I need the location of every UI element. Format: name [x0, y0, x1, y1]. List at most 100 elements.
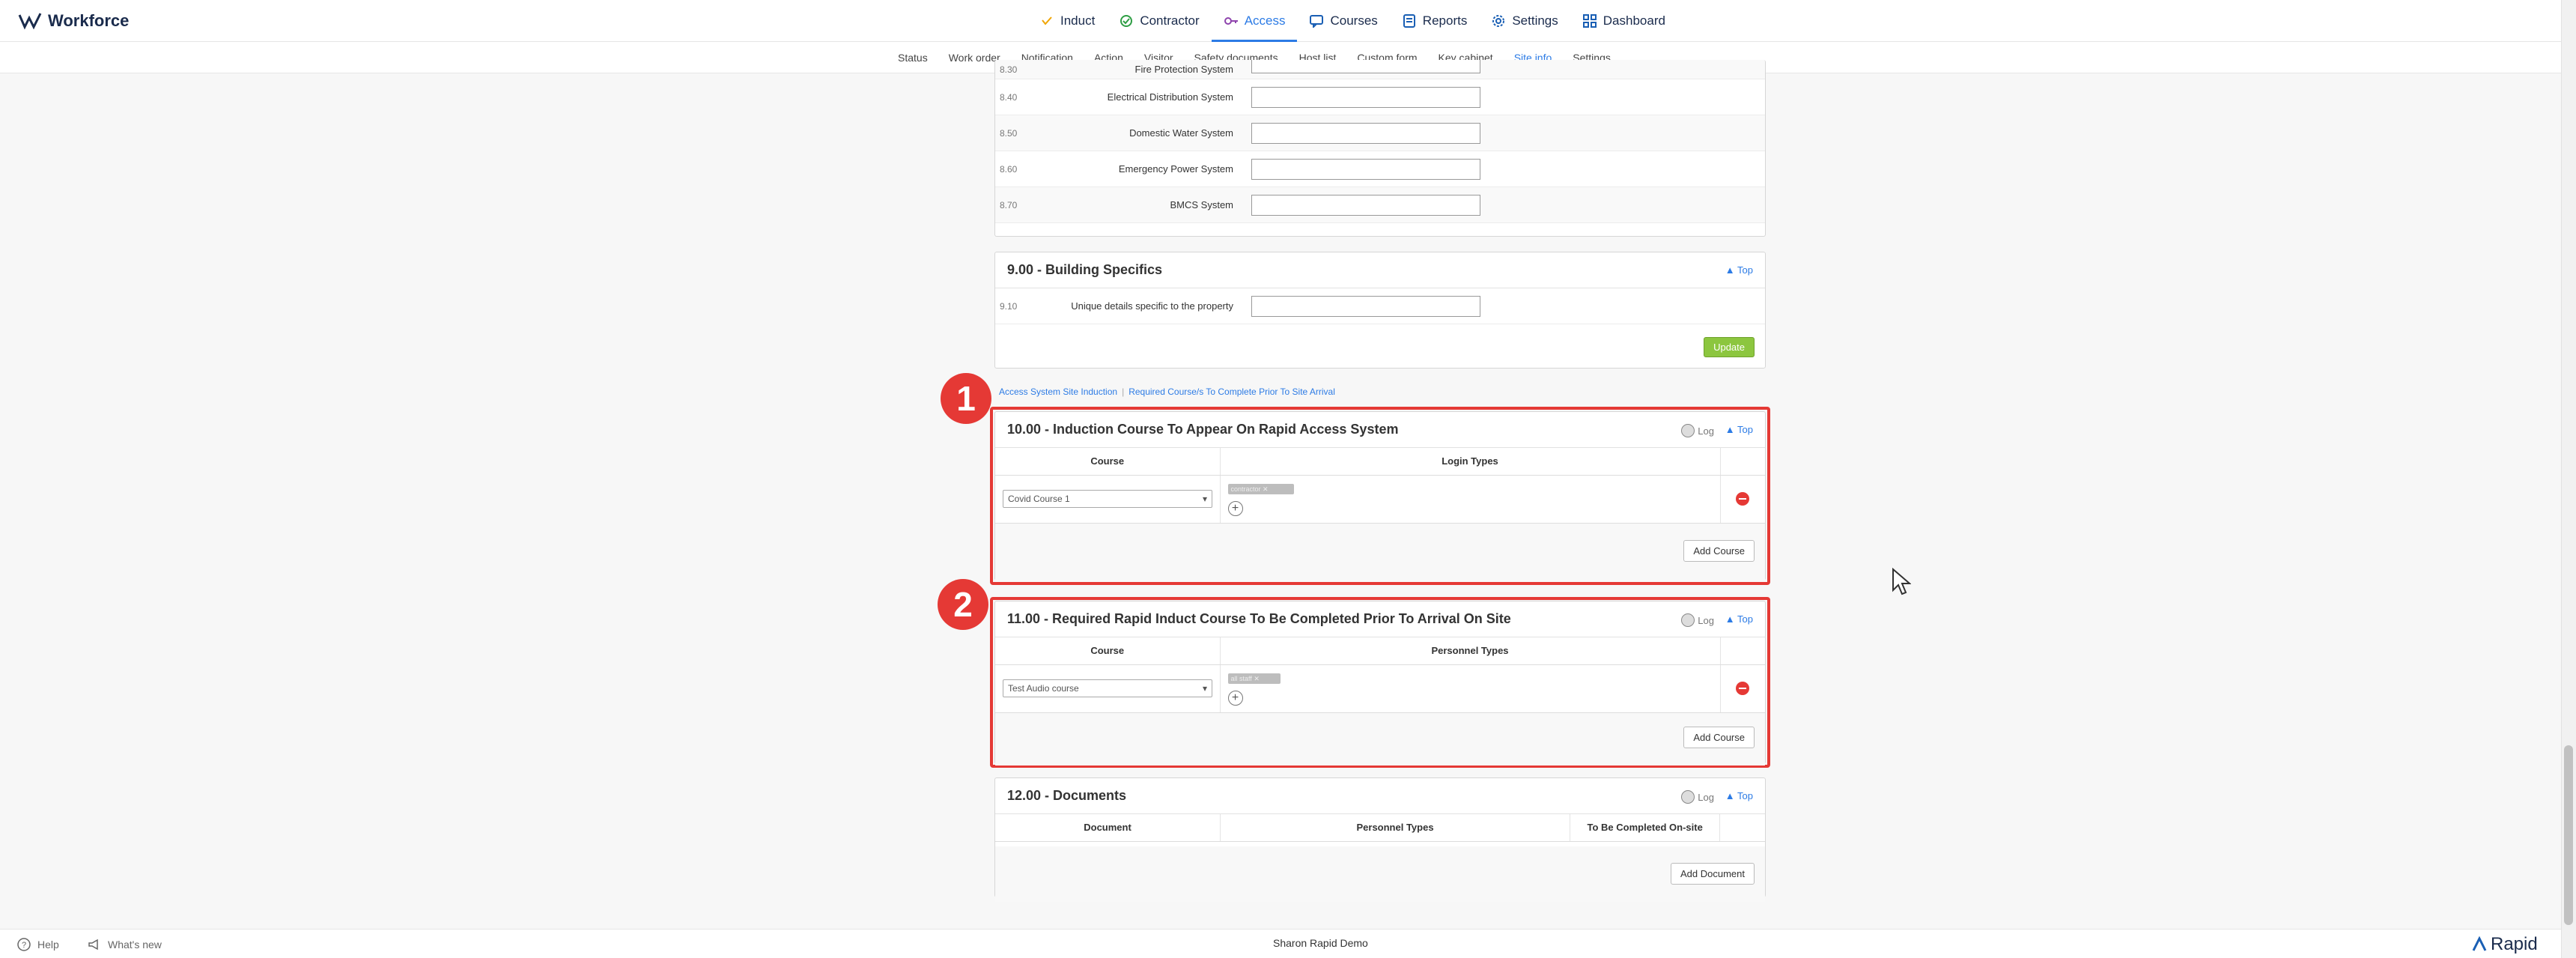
nav-courses-label: Courses — [1330, 13, 1378, 28]
fire-protection-input[interactable] — [1251, 60, 1480, 73]
whats-new-label: What's new — [108, 939, 162, 951]
rapid-logo-icon — [2472, 936, 2487, 951]
row-label: Fire Protection System — [1134, 64, 1234, 75]
col-personnel-types: Personnel Types — [1220, 814, 1570, 842]
add-type-icon[interactable]: + — [1227, 691, 1243, 706]
add-course-button[interactable]: Add Course — [1683, 539, 1755, 562]
page-footer: ? Help What's new Sharon Rapid Demo Rapi… — [0, 929, 2561, 958]
whats-new-link[interactable]: What's new — [87, 937, 162, 952]
login-type-tag[interactable]: contractor ✕ — [1227, 484, 1294, 494]
help-icon: ? — [17, 938, 31, 951]
row-number: 8.30 — [1000, 64, 1018, 75]
log-label: Log — [1698, 791, 1714, 803]
col-course: Course — [995, 637, 1221, 665]
documents-table: Document Personnel Types To Be Completed… — [995, 814, 1765, 842]
section-10-footer: Add Course — [995, 523, 1765, 582]
add-type-icon[interactable]: + — [1227, 501, 1243, 516]
top-link[interactable]: ▲ Top — [1725, 264, 1753, 276]
subnav-status[interactable]: Status — [887, 52, 938, 64]
log-link[interactable]: Log — [1681, 790, 1714, 804]
remove-cell — [1720, 664, 1765, 713]
nav-courses[interactable]: Courses — [1297, 0, 1389, 42]
section-9-title: 9.00 - Building Specifics — [1007, 262, 1163, 277]
required-courses-link[interactable]: Required Course/s To Complete Prior To S… — [1128, 386, 1335, 397]
update-button[interactable]: Update — [1704, 337, 1755, 357]
help-link[interactable]: ? Help — [16, 937, 59, 952]
rapid-logo: Rapid — [2471, 934, 2538, 955]
add-document-button[interactable]: Add Document — [1671, 862, 1755, 885]
add-course-button[interactable]: Add Course — [1683, 726, 1755, 748]
unique-details-input[interactable] — [1251, 295, 1480, 317]
log-icon — [1681, 790, 1695, 804]
nav-reports[interactable]: Reports — [1390, 0, 1480, 42]
annotation-badge-2: 2 — [938, 579, 988, 630]
bmcs-system-input[interactable] — [1251, 194, 1480, 216]
course-select-value: Covid Course 1 — [1008, 494, 1070, 504]
nav-contractor[interactable]: Contractor — [1107, 0, 1211, 42]
emergency-power-input[interactable] — [1251, 158, 1480, 180]
top-link[interactable]: ▲ Top — [1725, 790, 1753, 801]
log-link[interactable]: Log — [1681, 424, 1714, 437]
workforce-logo[interactable]: Workforce — [18, 9, 129, 33]
types-cell: contractor ✕ + — [1220, 475, 1721, 524]
section-10-header: 10.00 - Induction Course To Appear On Ra… — [995, 412, 1765, 448]
section-8-row: 8.40 Electrical Distribution System — [995, 79, 1765, 115]
mouse-cursor-icon — [1892, 568, 1911, 595]
nav-settings[interactable]: Settings — [1479, 0, 1570, 42]
nav-dashboard-label: Dashboard — [1603, 13, 1665, 28]
table-row: Covid Course 1 ▾ contractor ✕ + — [995, 475, 1765, 524]
svg-text:?: ? — [22, 941, 26, 950]
annotation-badge-1: 1 — [941, 373, 991, 424]
row-number: 8.40 — [1000, 91, 1018, 103]
section-11-title: 11.00 - Required Rapid Induct Course To … — [1007, 611, 1511, 626]
section-12-title: 12.00 - Documents — [1007, 788, 1127, 803]
section-9-header: 9.00 - Building Specifics ▲ Top — [995, 252, 1765, 288]
top-link[interactable]: ▲ Top — [1725, 424, 1753, 435]
section-11-panel: 11.00 - Required Rapid Induct Course To … — [994, 601, 1766, 766]
nav-dashboard[interactable]: Dashboard — [1570, 0, 1677, 42]
current-user: Sharon Rapid Demo — [1273, 937, 1368, 949]
nav-access[interactable]: Access — [1211, 0, 1298, 42]
col-actions — [1720, 448, 1765, 476]
induction-course-table: Course Login Types Covid Course 1 ▾ contr… — [995, 448, 1765, 524]
help-label: Help — [37, 939, 59, 951]
chevron-down-icon: ▾ — [1202, 494, 1207, 504]
section-10-panel: 10.00 - Induction Course To Appear On Ra… — [994, 411, 1766, 582]
domestic-water-input[interactable] — [1251, 122, 1480, 144]
course-select[interactable]: Test Audio course ▾ — [1003, 679, 1212, 697]
col-onsite: To Be Completed On-site — [1570, 814, 1721, 842]
section-12-footer: Add Document — [995, 846, 1765, 902]
section-12-header: 12.00 - Documents Log ▲ Top — [995, 778, 1765, 814]
section-9-row: 9.10 Unique details specific to the prop… — [995, 288, 1765, 324]
remove-icon[interactable] — [1736, 682, 1750, 695]
course-cell: Covid Course 1 ▾ — [995, 475, 1221, 524]
top-link[interactable]: ▲ Top — [1725, 613, 1753, 625]
col-course: Course — [995, 448, 1221, 476]
shield-check-icon — [1039, 13, 1054, 28]
row-number: 8.60 — [1000, 163, 1018, 175]
personnel-type-tag[interactable]: all staff ✕ — [1227, 673, 1281, 684]
table-row: Test Audio course ▾ all staff ✕ + — [995, 664, 1765, 713]
nav-induct[interactable]: Induct — [1027, 0, 1107, 42]
page-scrollbar[interactable] — [2561, 0, 2576, 958]
chat-bubble-icon — [1309, 13, 1324, 28]
section-8-row: 8.70 BMCS System — [995, 187, 1765, 223]
section-9-panel: 9.00 - Building Specifics ▲ Top 9.10 Uni… — [994, 252, 1766, 369]
electrical-distribution-input[interactable] — [1251, 86, 1480, 108]
megaphone-icon — [88, 939, 98, 951]
col-personnel-types: Personnel Types — [1220, 637, 1721, 665]
access-site-induction-link[interactable]: Access System Site Induction — [999, 386, 1117, 397]
required-course-table: Course Personnel Types Test Audio course… — [995, 637, 1765, 713]
check-circle-icon — [1119, 13, 1134, 28]
course-select[interactable]: Covid Course 1 ▾ — [1003, 490, 1212, 508]
scrollbar-thumb[interactable] — [2564, 745, 2573, 925]
section-12-panel: 12.00 - Documents Log ▲ Top Document Per… — [994, 777, 1766, 902]
report-icon — [1402, 13, 1417, 28]
col-login-types: Login Types — [1220, 448, 1721, 476]
log-icon — [1681, 613, 1695, 627]
course-cell: Test Audio course ▾ — [995, 664, 1221, 713]
link-separator: | — [1122, 386, 1125, 397]
types-cell: all staff ✕ + — [1220, 664, 1721, 713]
remove-icon[interactable] — [1736, 492, 1750, 506]
log-link[interactable]: Log — [1681, 613, 1714, 627]
